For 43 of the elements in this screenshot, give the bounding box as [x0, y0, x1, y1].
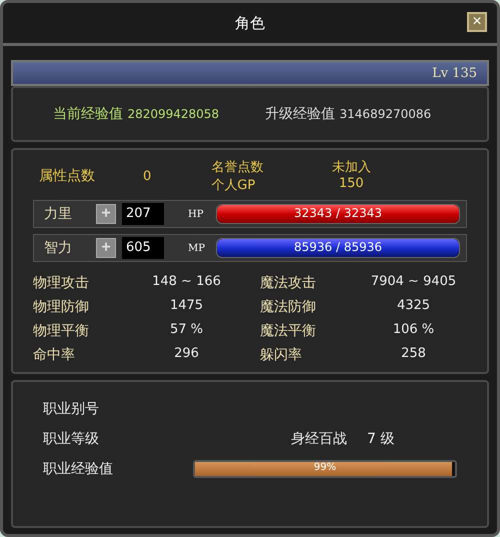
job-rank-level: 7 级 — [367, 430, 394, 448]
stat-value: 57 % — [168, 322, 204, 339]
stat-value: 4325 — [396, 298, 432, 315]
stat-label: 物理攻击 — [33, 274, 90, 292]
window-title: 角色 — [235, 14, 265, 32]
job-level-label: 职业等级 — [43, 430, 100, 448]
stat-label: 魔法防御 — [260, 298, 317, 316]
points-value: 0 — [143, 168, 152, 184]
experience-text: 升级经验值 314689270086 — [265, 105, 432, 123]
honor-label: 名誉点数 — [211, 159, 264, 176]
gp-label: 个人GP — [211, 177, 256, 194]
stat-label: 躲闪率 — [260, 346, 303, 364]
level-text: Lv 135 — [432, 66, 477, 80]
bar-reading: 32343 / 32343 — [292, 206, 384, 220]
stat-label: 物理平衡 — [33, 322, 90, 340]
stat-label: 命中率 — [33, 346, 76, 364]
attribute-value: 605 — [122, 237, 164, 259]
job-alias-label: 职业别号 — [43, 400, 100, 418]
bar-reading: 99% — [312, 462, 338, 473]
stat-value: 106 % — [392, 322, 436, 339]
plus-button[interactable]: + — [96, 204, 116, 224]
stat-label: 魔法攻击 — [260, 274, 317, 292]
stat-value: 7904 ~ 9405 — [370, 274, 458, 291]
attribute-label: 智力 — [44, 239, 73, 257]
bar-reading: 85936 / 85936 — [292, 240, 384, 254]
plus-button[interactable]: + — [96, 238, 116, 258]
job-exp-label: 职业经验值 — [43, 460, 114, 478]
bar-label: HP — [188, 208, 204, 220]
stat-value: 1475 — [168, 298, 204, 315]
attribute-value: 207 — [122, 203, 164, 225]
attribute-label: 力里 — [44, 205, 73, 223]
honor-status: 未加入 — [330, 159, 372, 176]
stat-value: 296 — [173, 346, 200, 363]
stat-value: 148 ~ 166 — [151, 274, 222, 291]
gp-value: 150 — [338, 176, 365, 193]
stat-label: 魔法平衡 — [260, 322, 317, 340]
stat-value: 258 — [400, 346, 427, 363]
bar-label: MP — [188, 242, 206, 254]
close-button[interactable]: × — [467, 12, 487, 32]
stat-label: 物理防御 — [33, 298, 90, 316]
experience-text: 当前经验值 282099428058 — [53, 105, 220, 123]
job-rank: 身经百战 — [291, 430, 347, 448]
points-label: 属性点数 — [39, 167, 95, 185]
